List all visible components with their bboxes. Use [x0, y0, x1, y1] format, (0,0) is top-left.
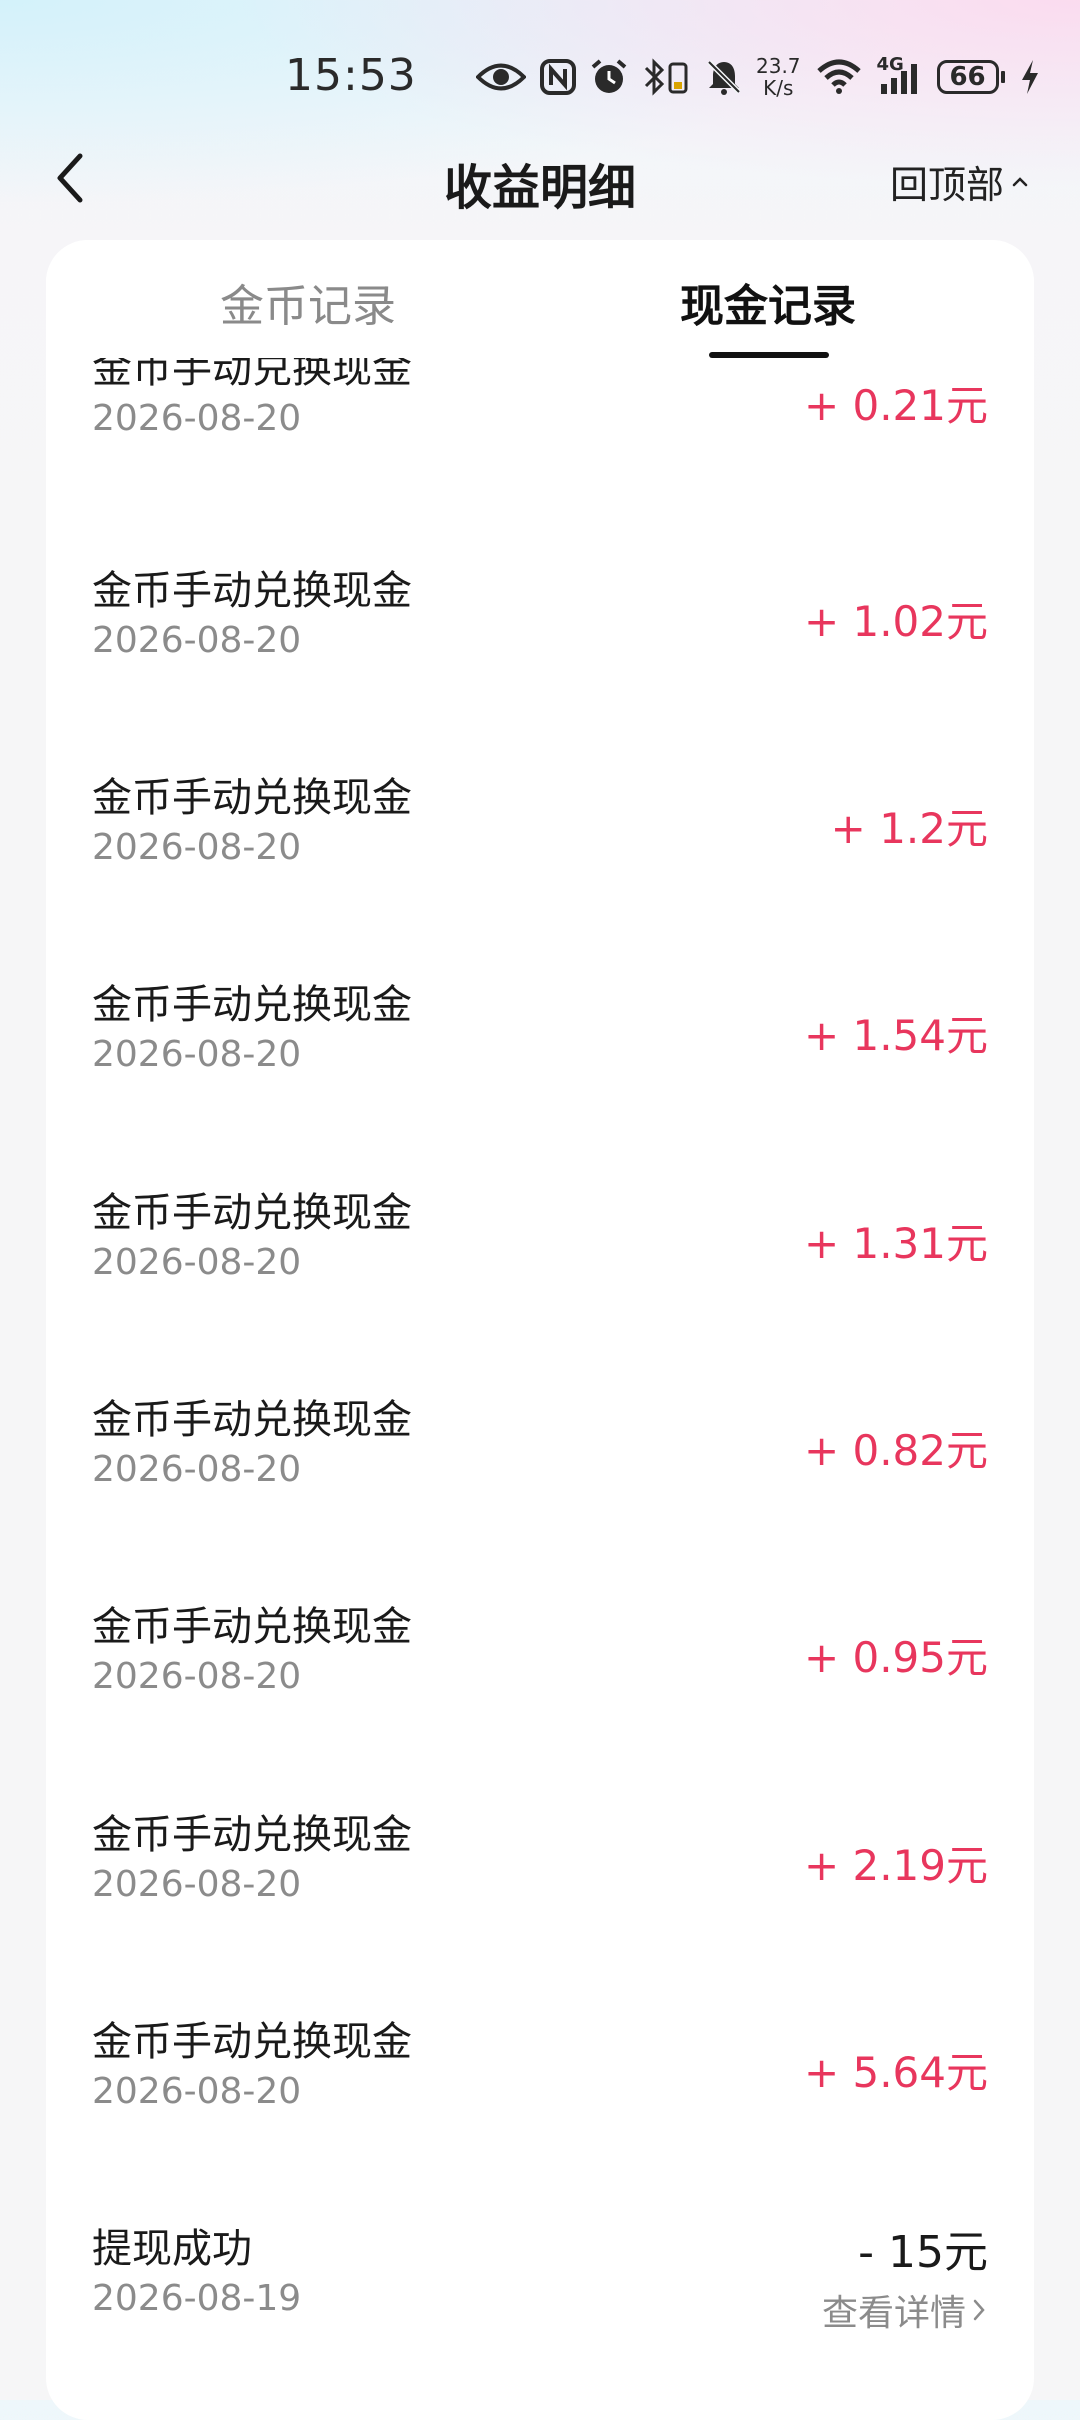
- list-item: 金币手动兑换现金 2026-08-20 + 0.82元: [46, 1387, 1034, 1594]
- record-title: 金币手动兑换现金: [92, 1604, 412, 1650]
- list-item: 金币手动兑换现金 2026-08-20 + 2.19元: [46, 1802, 1034, 2009]
- record-date: 2026-08-20: [92, 2071, 302, 2112]
- record-title: 金币手动兑换现金: [92, 1190, 412, 1236]
- list-item: 金币手动兑换现金 2026-08-20 + 0.21元: [46, 346, 1034, 559]
- net-speed-value: 23.7: [756, 54, 801, 78]
- record-amount: + 1.31元: [803, 1219, 988, 1268]
- status-bar: 15:53 23.7 K/s 4G 66: [0, 0, 1080, 150]
- record-title: 金币手动兑换现金: [92, 568, 412, 614]
- back-to-top-button[interactable]: 回顶部: [890, 154, 1030, 209]
- record-title: 金币手动兑换现金: [92, 775, 412, 821]
- record-date: 2026-08-20: [92, 827, 302, 868]
- status-icons: 23.7 K/s 4G 66: [476, 52, 1041, 102]
- record-date: 2026-08-20: [92, 1242, 302, 1283]
- record-amount: + 5.64元: [803, 2048, 988, 2097]
- status-time: 15:53: [285, 50, 417, 101]
- record-amount: + 0.82元: [803, 1426, 988, 1475]
- battery-level: 66: [936, 60, 999, 94]
- tab-cash-records[interactable]: 现金记录: [680, 270, 856, 334]
- withdrawal-title: 提现成功: [92, 2226, 252, 2272]
- view-details-link[interactable]: 查看详情: [822, 2284, 988, 2336]
- nfc-icon: [540, 52, 576, 102]
- view-details-label: 查看详情: [821, 2293, 966, 2334]
- records-card: 金币记录 现金记录 金币手动兑换现金 2026-08-20 + 0.21元 金币…: [46, 240, 1034, 2420]
- withdrawal-item: 提现成功 2026-08-19 - 15元 查看详情: [46, 2216, 1034, 2420]
- list-item: 金币手动兑换现金 2026-08-20 + 1.02元: [46, 558, 1034, 765]
- record-amount: + 0.21元: [803, 381, 988, 430]
- tab-bar: 金币记录 现金记录: [46, 240, 1034, 358]
- eye-icon: [476, 52, 526, 102]
- bluetooth-battery-icon: [642, 52, 692, 102]
- network-speed: 23.7 K/s: [756, 52, 801, 102]
- wifi-icon: [815, 52, 863, 102]
- record-title: 金币手动兑换现金: [92, 1812, 412, 1858]
- signal-label: 4G: [876, 54, 904, 75]
- record-title: 金币手动兑换现金: [92, 2019, 412, 2065]
- record-amount: + 2.19元: [803, 1841, 988, 1890]
- back-to-top-label: 回顶部: [889, 163, 1004, 207]
- tab-coin-records[interactable]: 金币记录: [220, 270, 396, 334]
- bell-off-icon: [706, 52, 742, 102]
- record-date: 2026-08-20: [92, 1864, 302, 1905]
- list-item: 金币手动兑换现金 2026-08-20 + 1.54元: [46, 972, 1034, 1179]
- record-date: 2026-08-20: [92, 398, 302, 439]
- page-header: 收益明细 回顶部: [0, 140, 1080, 220]
- record-amount: + 1.2元: [830, 804, 988, 853]
- chevron-up-icon: [1012, 176, 1028, 186]
- net-speed-unit: K/s: [763, 76, 794, 100]
- active-tab-indicator: [709, 352, 829, 358]
- record-amount: + 1.54元: [803, 1011, 988, 1060]
- cellular-signal-icon: 4G: [877, 52, 923, 102]
- withdrawal-date: 2026-08-19: [92, 2278, 302, 2319]
- record-title: 金币手动兑换现金: [92, 982, 412, 1028]
- list-item: 金币手动兑换现金 2026-08-20 + 1.31元: [46, 1180, 1034, 1387]
- list-item: 金币手动兑换现金 2026-08-20 + 5.64元: [46, 2009, 1034, 2216]
- list-item: 金币手动兑换现金 2026-08-20 + 0.95元: [46, 1594, 1034, 1801]
- record-date: 2026-08-20: [92, 1034, 302, 1075]
- record-title: 金币手动兑换现金: [92, 1397, 412, 1443]
- list-item: 金币手动兑换现金 2026-08-20 + 1.2元: [46, 765, 1034, 972]
- record-amount: + 1.02元: [803, 597, 988, 646]
- chevron-right-icon: [973, 2299, 985, 2321]
- record-date: 2026-08-20: [92, 620, 302, 661]
- record-amount: + 0.95元: [803, 1633, 988, 1682]
- record-date: 2026-08-20: [92, 1449, 302, 1490]
- battery-icon: 66: [936, 52, 1005, 102]
- alarm-icon: [590, 52, 628, 102]
- record-date: 2026-08-20: [92, 1656, 302, 1697]
- withdrawal-amount: - 15元: [858, 2227, 988, 2278]
- charging-bolt-icon: [1019, 52, 1041, 102]
